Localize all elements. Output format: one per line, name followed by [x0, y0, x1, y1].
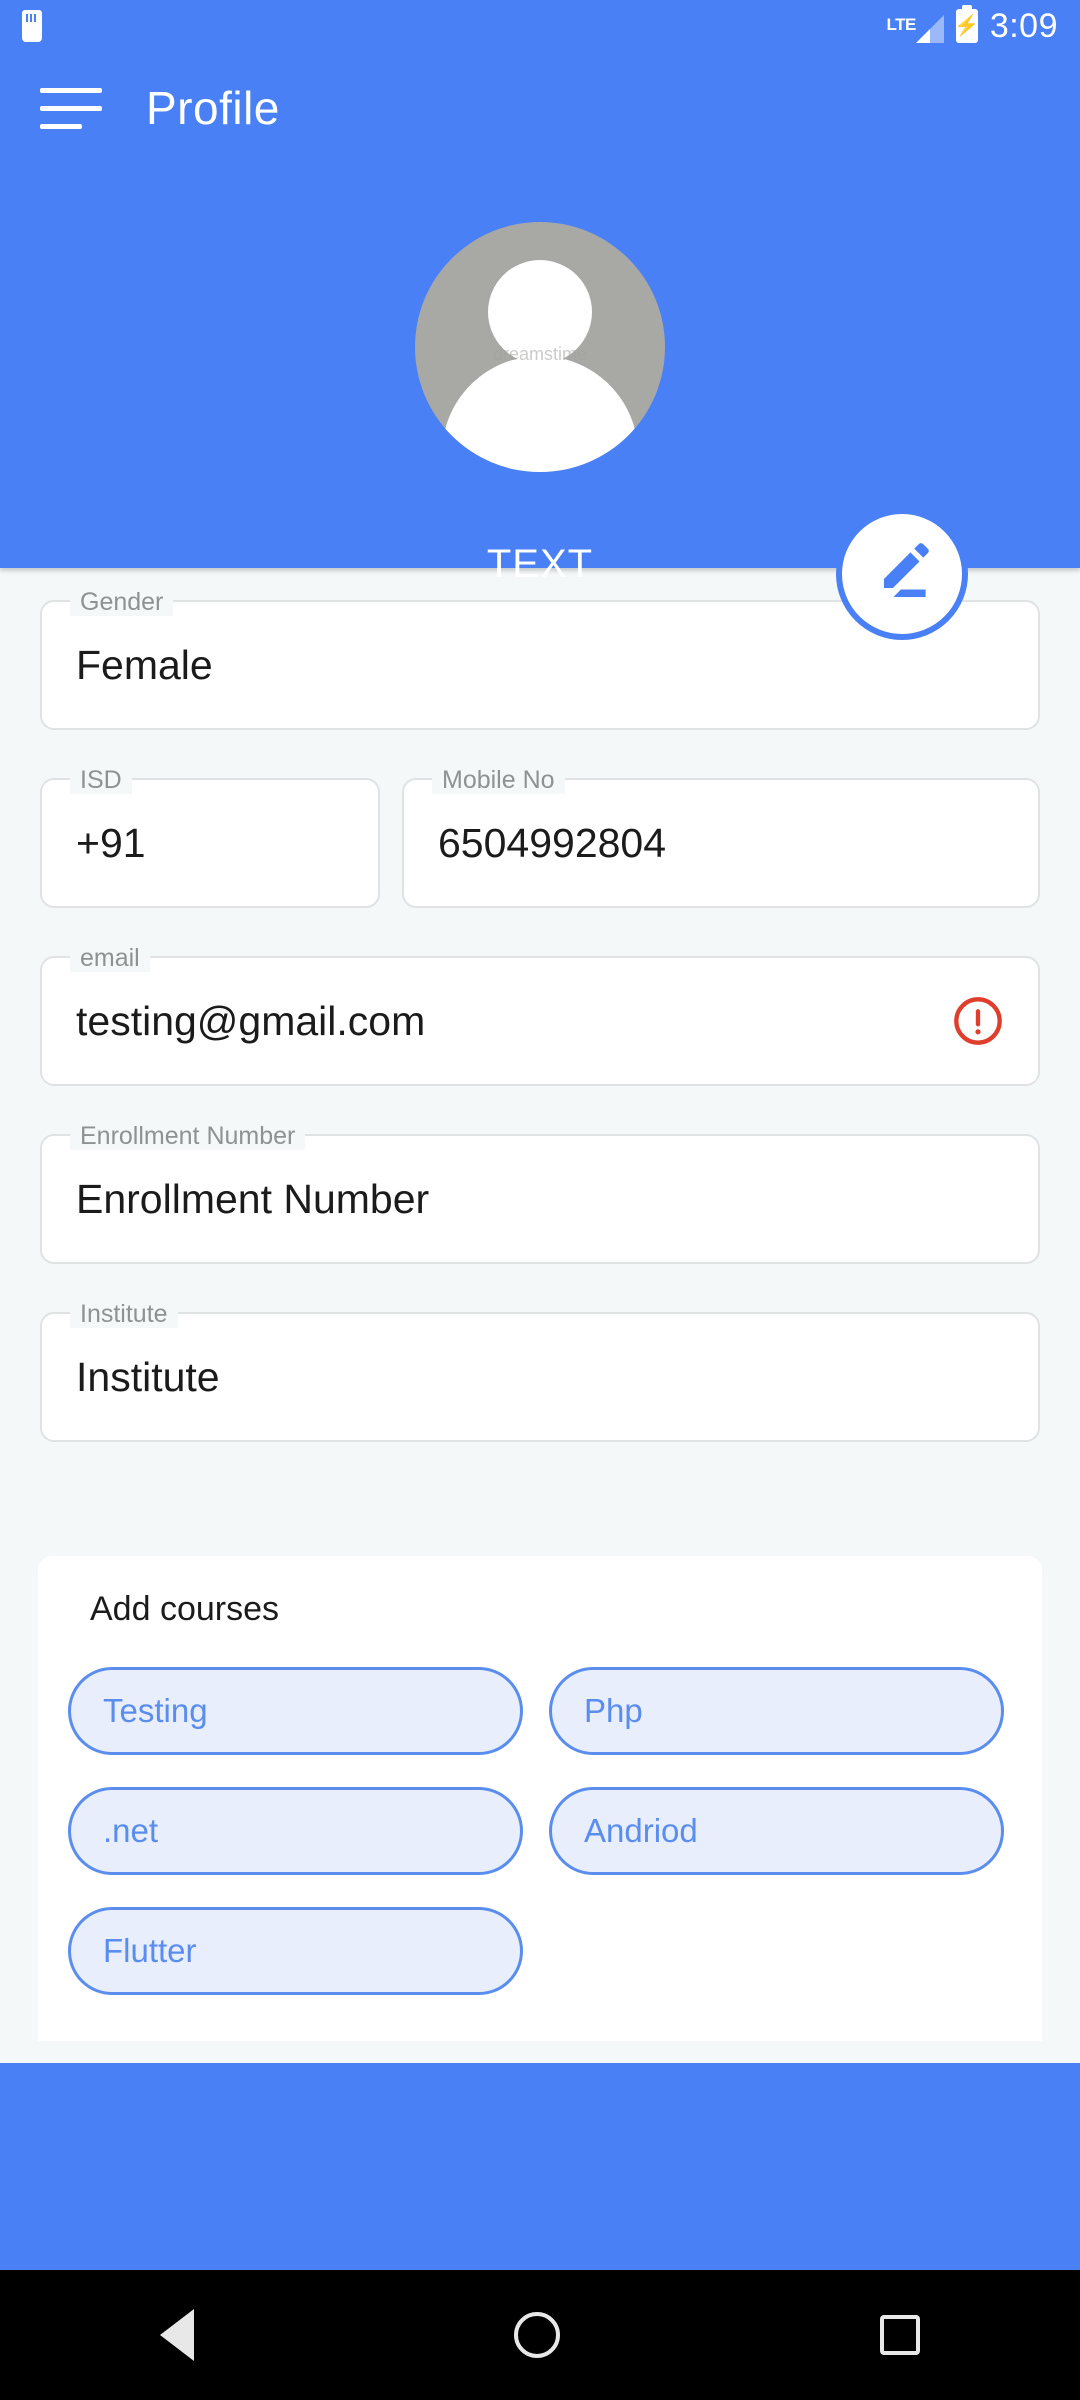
status-bar-right: LTE ⚡ 3:09 [886, 7, 1058, 46]
status-bar-left [22, 10, 42, 42]
email-label: email [70, 944, 150, 972]
edit-profile-button[interactable] [836, 508, 968, 640]
gender-label: Gender [70, 588, 174, 616]
course-chip[interactable]: Flutter [68, 1907, 523, 1995]
avatar-watermark: dreamstime [492, 344, 588, 364]
hamburger-menu-icon[interactable] [40, 87, 102, 129]
bottom-blue-area [0, 2063, 1080, 2270]
course-chip-list: Testing Php .net Andriod Flutter [68, 1667, 1012, 1995]
app-bar: Profile [0, 52, 1080, 164]
enrollment-number-value: Enrollment Number [76, 1175, 430, 1222]
email-field[interactable]: email testing@gmail.com [40, 944, 1040, 1086]
gender-value: Female [76, 641, 213, 688]
sd-card-icon [22, 10, 42, 42]
isd-label: ISD [70, 766, 132, 794]
course-chip-label: Andriod [584, 1812, 698, 1849]
institute-field[interactable]: Institute Institute [40, 1300, 1040, 1442]
course-chip[interactable]: Testing [68, 1667, 523, 1755]
institute-label: Institute [70, 1300, 178, 1328]
avatar[interactable]: dreamstime [415, 222, 665, 472]
add-courses-card: Add courses Testing Php .net Andriod Flu… [38, 1556, 1042, 2041]
profile-screen: LTE ⚡ 3:09 Profile dreamstime TEXT Gende… [0, 0, 1080, 2400]
network-type-label: LTE [886, 15, 916, 34]
course-chip[interactable]: Php [549, 1667, 1004, 1755]
edit-pencil-icon [883, 543, 929, 598]
add-courses-title: Add courses [90, 1590, 279, 1628]
page-title: Profile [146, 82, 280, 134]
email-value: testing@gmail.com [76, 997, 426, 1044]
recents-square-icon[interactable] [880, 2315, 920, 2355]
signal-bars-icon: LTE [886, 9, 944, 43]
status-bar-clock: 3:09 [989, 6, 1058, 45]
course-chip-label: Php [584, 1692, 643, 1729]
isd-field[interactable]: ISD +91 [40, 766, 380, 908]
course-chip[interactable]: Andriod [549, 1787, 1004, 1875]
avatar-body-shape [442, 356, 638, 472]
battery-charging-icon: ⚡ [954, 9, 979, 43]
profile-form: Gender Female ISD +91 Mobile No 65049928… [0, 588, 1080, 1490]
course-chip[interactable]: .net [68, 1787, 523, 1875]
profile-header: Profile dreamstime TEXT [0, 52, 1080, 586]
enrollment-number-label: Enrollment Number [70, 1122, 306, 1150]
mobile-label: Mobile No [432, 766, 565, 794]
mobile-field[interactable]: Mobile No 6504992804 [402, 766, 1040, 908]
course-chip-label: Flutter [103, 1932, 197, 1969]
status-bar: LTE ⚡ 3:09 [0, 0, 1080, 52]
enrollment-number-field[interactable]: Enrollment Number Enrollment Number [40, 1122, 1040, 1264]
isd-value: +91 [76, 819, 146, 866]
error-alert-icon [954, 997, 1002, 1045]
home-circle-icon[interactable] [514, 2312, 560, 2358]
course-chip-label: Testing [103, 1692, 208, 1729]
phone-row: ISD +91 Mobile No 6504992804 [40, 766, 1040, 908]
institute-value: Institute [76, 1353, 220, 1400]
back-triangle-icon[interactable] [160, 2309, 194, 2361]
system-navigation-bar [0, 2270, 1080, 2400]
mobile-value: 6504992804 [438, 819, 667, 866]
course-chip-label: .net [103, 1812, 159, 1849]
